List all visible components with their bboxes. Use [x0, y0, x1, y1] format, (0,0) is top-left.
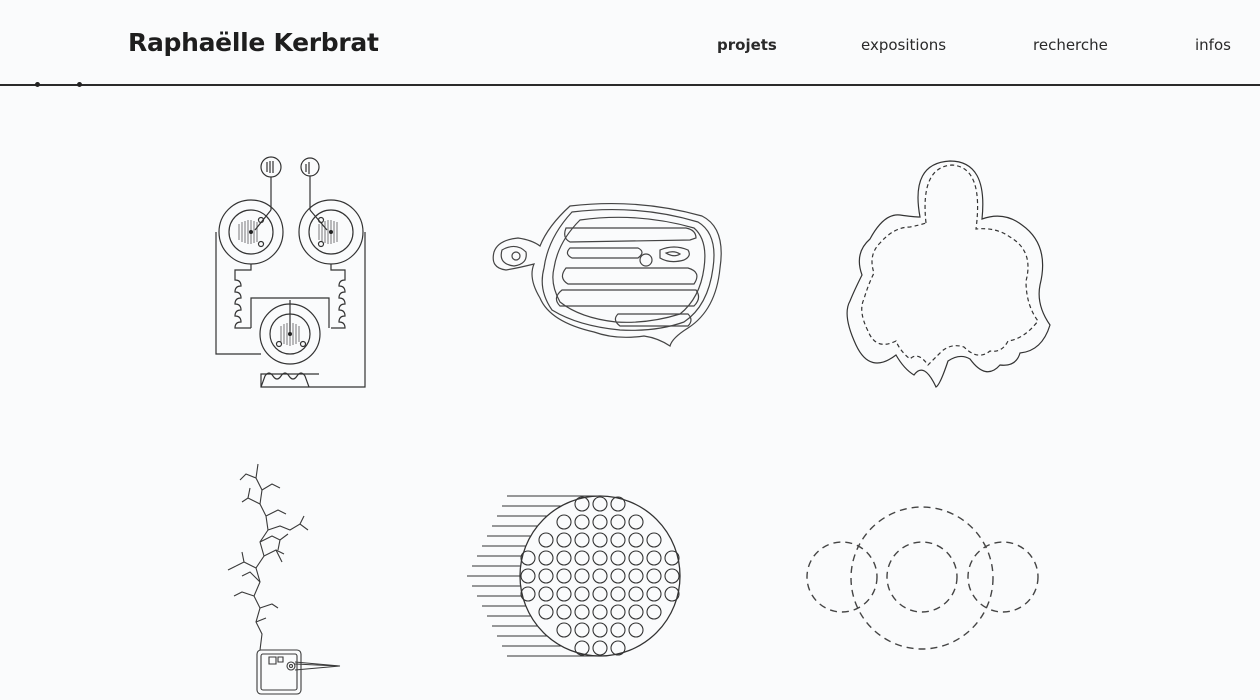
sphere-dot	[647, 569, 661, 583]
sphere-dot	[611, 533, 625, 547]
nav-item-recherche[interactable]: recherche	[1033, 36, 1108, 54]
sphere-dot	[647, 605, 661, 619]
sphere-dot	[575, 515, 589, 529]
circuit-drawing-icon	[205, 150, 375, 395]
sphere-dot	[611, 515, 625, 529]
sphere-dot	[557, 605, 571, 619]
sphere-dot	[611, 551, 625, 565]
sphere-dot	[593, 569, 607, 583]
sphere-dot	[629, 515, 643, 529]
sphere-dot	[539, 551, 553, 565]
project-tile-circuit[interactable]	[205, 150, 375, 395]
sphere-dot	[647, 587, 661, 601]
sphere-dot	[521, 569, 535, 583]
sphere-dot	[629, 533, 643, 547]
project-tile-sphere[interactable]	[465, 488, 685, 663]
sphere-dot	[539, 605, 553, 619]
sphere-dot	[593, 641, 607, 655]
sphere-dot	[539, 587, 553, 601]
sphere-dot	[593, 623, 607, 637]
sphere-dot	[557, 533, 571, 547]
leaf-outline-drawing-icon	[840, 155, 1060, 395]
sphere-dot	[611, 623, 625, 637]
sphere-dot	[557, 587, 571, 601]
circle-grid-sphere-drawing-icon	[465, 488, 685, 663]
project-tile-contour[interactable]	[488, 198, 728, 348]
sphere-dot	[593, 533, 607, 547]
sphere-dot	[539, 569, 553, 583]
site-title[interactable]: Raphaëlle Kerbrat	[128, 28, 379, 57]
sphere-dot	[629, 605, 643, 619]
sphere-dot	[611, 587, 625, 601]
sphere-dot	[575, 587, 589, 601]
sphere-dot	[593, 515, 607, 529]
header-divider	[0, 84, 1260, 86]
sphere-dot	[629, 551, 643, 565]
sphere-dot	[611, 569, 625, 583]
dashed-circles-drawing-icon	[800, 500, 1045, 660]
sphere-dot	[575, 569, 589, 583]
sphere-dot	[593, 587, 607, 601]
contour-blob-drawing-icon	[488, 198, 728, 348]
sphere-dot	[647, 551, 661, 565]
site-header: Raphaëlle Kerbrat projets expositions re…	[0, 0, 1260, 87]
divider-dot-right	[77, 82, 82, 87]
sphere-dot	[557, 623, 571, 637]
sphere-dot	[575, 533, 589, 547]
sphere-dot	[557, 569, 571, 583]
divider-dot-left	[35, 82, 40, 87]
sphere-dot	[575, 623, 589, 637]
sphere-dot	[665, 569, 679, 583]
project-tile-leaf[interactable]	[840, 155, 1060, 395]
sphere-dot	[593, 605, 607, 619]
sphere-dot	[557, 515, 571, 529]
project-tile-branches[interactable]	[220, 458, 350, 700]
nav-item-projets[interactable]: projets	[717, 36, 777, 54]
nav-item-expositions[interactable]: expositions	[861, 36, 946, 54]
sphere-dot	[647, 533, 661, 547]
sphere-dot	[593, 497, 607, 511]
sphere-dot	[593, 551, 607, 565]
sphere-dot	[611, 605, 625, 619]
project-tile-dashed-circles[interactable]	[800, 500, 1045, 660]
sphere-dot	[575, 551, 589, 565]
sphere-dot	[539, 533, 553, 547]
branching-crack-drawing-icon	[220, 458, 350, 700]
sphere-dot	[557, 551, 571, 565]
sphere-dot	[575, 605, 589, 619]
nav-item-infos[interactable]: infos	[1195, 36, 1231, 54]
sphere-dot	[629, 569, 643, 583]
sphere-dot	[629, 587, 643, 601]
sphere-dot	[629, 623, 643, 637]
